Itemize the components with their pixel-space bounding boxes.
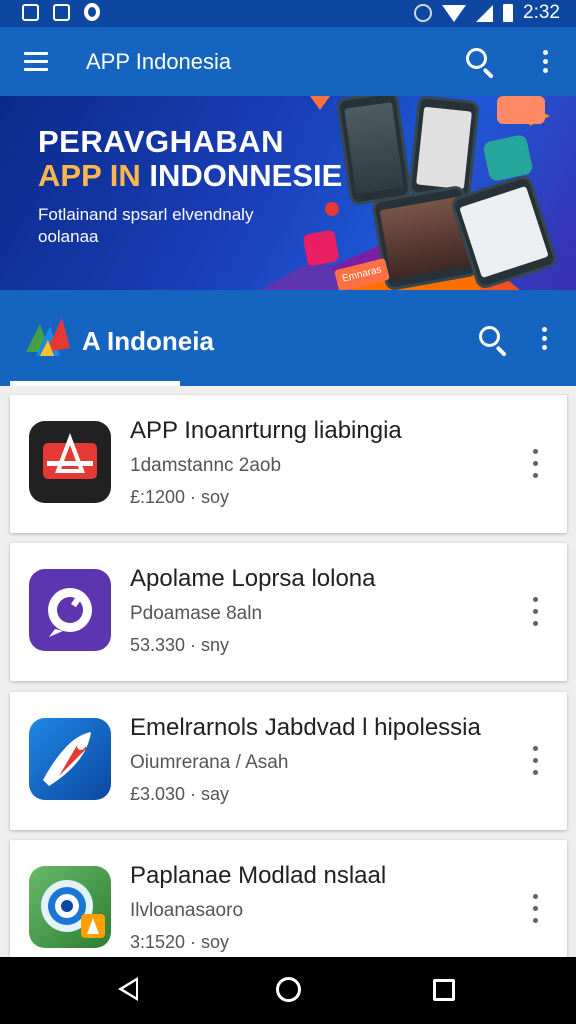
app-meta: 3:1520 · soy — [130, 932, 230, 952]
app-list-item[interactable]: Apolame Loprsa lolona Pdoamase 8aln 53.3… — [10, 543, 567, 681]
banner-headline: PERAVGHABAN — [38, 124, 285, 159]
system-navigation-bar — [0, 957, 576, 1024]
app-meta: £:1200 · soy — [130, 487, 230, 507]
blue-compass-icon — [29, 718, 111, 800]
app-meta: £3.030 · say — [130, 784, 230, 804]
section-search-icon[interactable] — [479, 326, 509, 357]
app-publisher: 1damstannc 2aob — [130, 455, 282, 476]
app-list-item[interactable]: Emelrarnols Jabdvad l hipolessia Oiumrer… — [10, 692, 567, 830]
status-bar: 2:32 — [0, 0, 576, 27]
banner-headline-2: APP IN INDONNESIE — [38, 158, 342, 194]
wifi-icon — [442, 4, 467, 22]
banner-subtitle: Fotlainand spsarl elvendnaly oolanaa — [38, 205, 254, 246]
overflow-menu-icon[interactable] — [541, 50, 549, 74]
app-name: Emelrarnols Jabdvad l hipolessia — [130, 714, 481, 741]
app-publisher: Oiumrerana / Asah — [130, 752, 289, 773]
app-tile-decoration — [302, 229, 340, 267]
signal-icon — [476, 4, 494, 22]
purple-camera-icon — [29, 569, 111, 651]
app-name: Apolame Loprsa lolona — [130, 565, 376, 592]
app-list-item[interactable]: APP Inoanrturng liabingia 1damstannc 2ao… — [10, 395, 567, 533]
app-name: Paplanae Modlad nslaal — [130, 862, 387, 889]
app-bar: APP Indonesia — [0, 27, 576, 96]
alarm-icon — [414, 4, 433, 22]
item-overflow-icon[interactable] — [531, 894, 539, 928]
banner-headline-rest: INDONNESIE — [140, 158, 343, 193]
app-publisher: Pdoamase 8aln — [130, 603, 263, 624]
app-tile-decoration — [497, 96, 545, 124]
back-icon[interactable] — [118, 977, 138, 1001]
app-title: APP Indonesia — [86, 49, 232, 74]
gallery-icon — [53, 3, 70, 21]
promo-banner[interactable]: Emnaras PERAVGHABAN APP IN INDONNESIE Fo… — [0, 96, 576, 290]
section-logo-icon — [26, 318, 70, 356]
tab-indicator — [10, 381, 180, 386]
red-logo-icon — [29, 421, 111, 503]
section-title: A Indoneia — [82, 326, 214, 356]
notification-icon — [84, 3, 100, 21]
clock: 2:32 — [523, 2, 560, 23]
phone-illustration-2 — [407, 96, 481, 201]
item-overflow-icon[interactable] — [531, 746, 539, 780]
search-icon[interactable] — [466, 48, 496, 79]
green-target-icon — [29, 866, 111, 948]
menu-icon[interactable] — [24, 52, 48, 72]
app-meta: 53.330 · sny — [130, 635, 230, 655]
section-header: A Indoneia — [0, 290, 576, 386]
home-icon[interactable] — [276, 977, 301, 1002]
recent-apps-icon[interactable] — [433, 979, 455, 1001]
banner-headline-accent: APP IN — [38, 158, 141, 193]
app-publisher: Ilvloanasaoro — [130, 900, 244, 921]
section-overflow-icon[interactable] — [540, 327, 548, 351]
screenshot-icon — [22, 3, 39, 21]
item-overflow-icon[interactable] — [531, 449, 539, 483]
app-name: APP Inoanrturng liabingia — [130, 417, 402, 444]
battery-icon — [503, 4, 514, 22]
item-overflow-icon[interactable] — [531, 597, 539, 631]
